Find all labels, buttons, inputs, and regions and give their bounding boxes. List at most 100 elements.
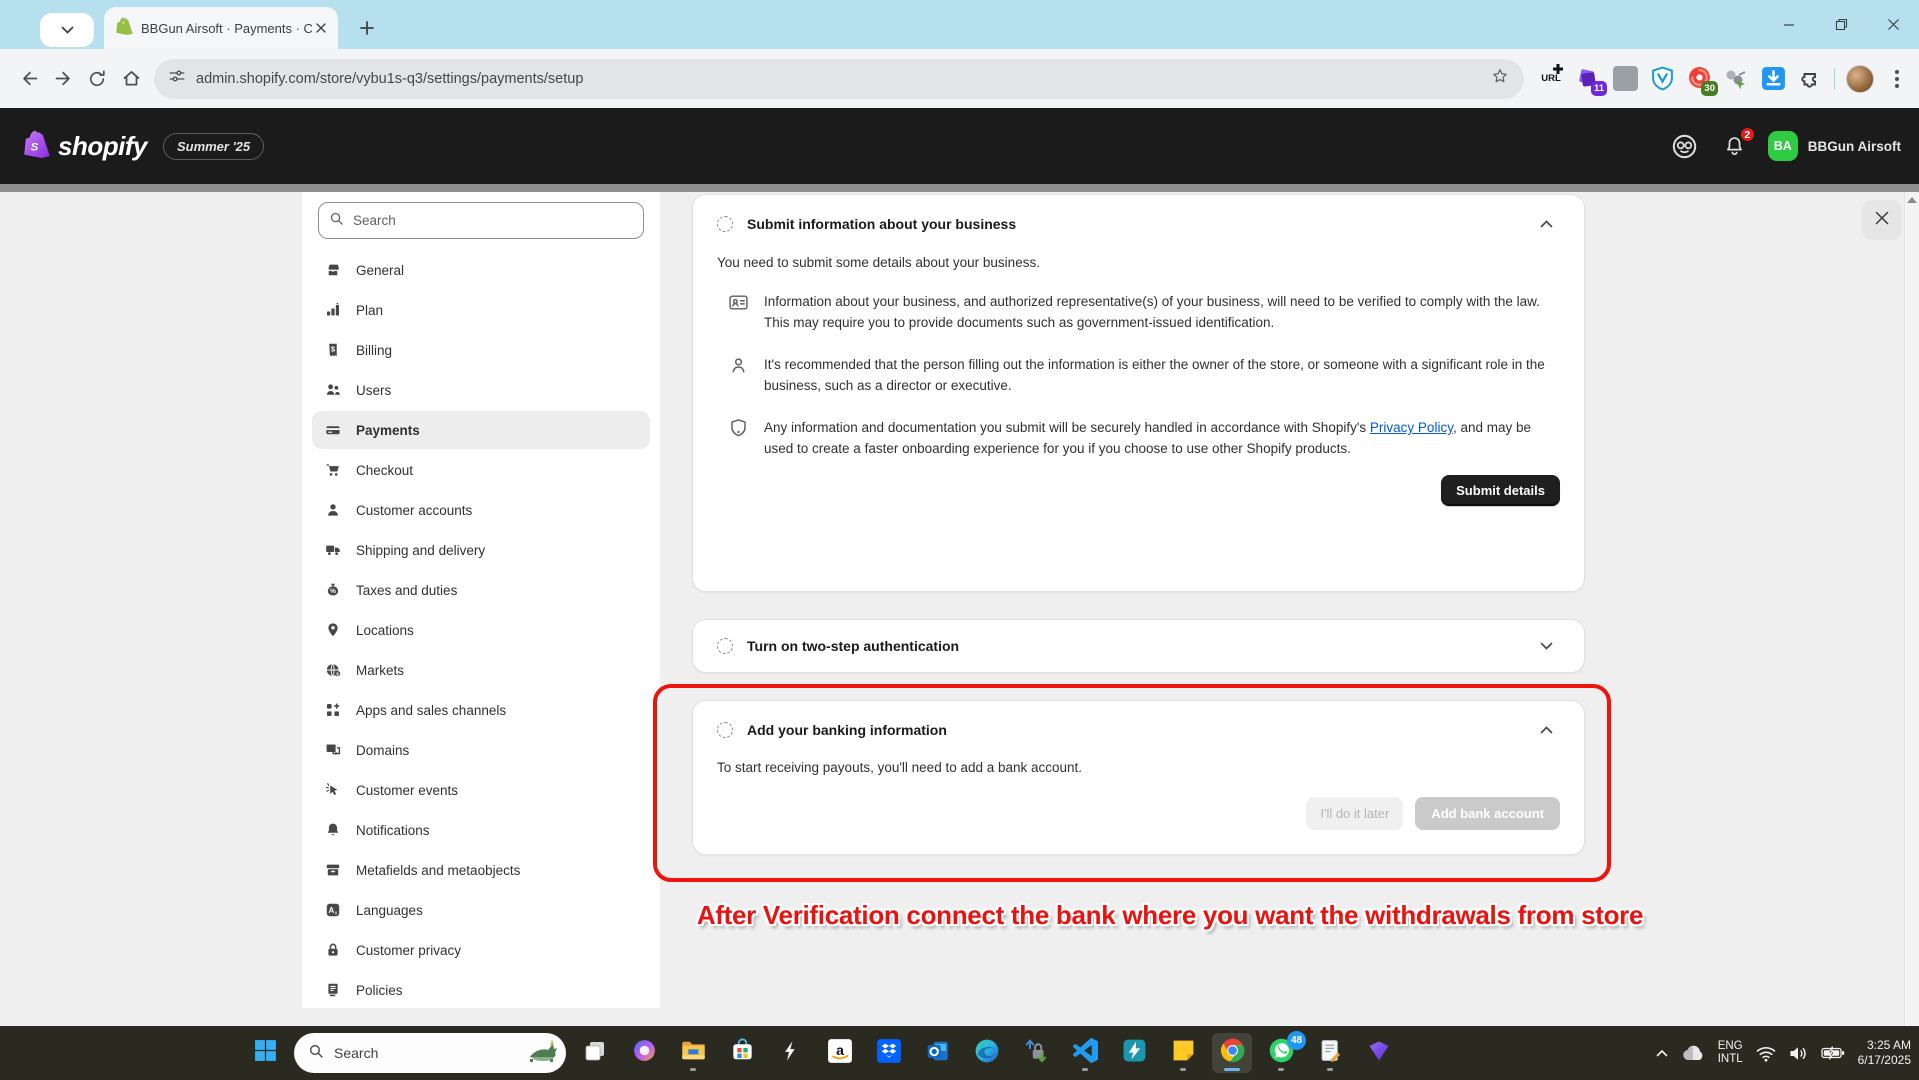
sidebar-item-billing[interactable]: $Billing — [312, 331, 650, 369]
close-window-button[interactable] — [1867, 0, 1919, 49]
sidebar-item-languages[interactable]: AxLanguages — [312, 891, 650, 929]
sidebar-item-policies[interactable]: Policies — [312, 971, 650, 1009]
reload-button[interactable] — [80, 62, 114, 96]
purple-stack-extension[interactable]: 11 — [1575, 66, 1601, 92]
edge-app[interactable] — [967, 1033, 1007, 1073]
sidebar-item-apps-and-sales-channels[interactable]: Apps and sales channels — [312, 691, 650, 729]
sidebar-item-notifications[interactable]: Notifications — [312, 811, 650, 849]
browser-profile-avatar[interactable] — [1846, 65, 1874, 93]
sticky-notes-app[interactable] — [1163, 1033, 1203, 1073]
start-button[interactable] — [245, 1033, 285, 1073]
browser-menu-icon[interactable] — [1885, 66, 1909, 92]
notes-app[interactable] — [1310, 1033, 1350, 1073]
task-view-button[interactable] — [575, 1033, 615, 1073]
wifi-icon[interactable] — [1756, 1045, 1776, 1062]
teal-bolt-app[interactable] — [1114, 1033, 1154, 1073]
sidebar-item-label: Users — [356, 383, 391, 398]
copilot-app[interactable] — [624, 1033, 664, 1073]
forward-button[interactable] — [46, 62, 80, 96]
lightning-app[interactable] — [771, 1033, 811, 1073]
sidebar-item-customer-events[interactable]: Customer events — [312, 771, 650, 809]
chevron-down-icon[interactable] — [1532, 632, 1560, 660]
page-scrollbar[interactable] — [1904, 192, 1919, 1026]
adblock-extension[interactable]: 30 — [1686, 66, 1712, 92]
sidebar-item-general[interactable]: General — [312, 251, 650, 289]
chevron-up-icon[interactable] — [1532, 210, 1560, 238]
clock[interactable]: 3:25 AM6/17/2025 — [1858, 1038, 1911, 1068]
violet-app[interactable] — [1359, 1033, 1399, 1073]
home-button[interactable] — [114, 62, 148, 96]
sidebar-item-users[interactable]: Users — [312, 371, 650, 409]
file-explorer-app[interactable] — [673, 1033, 713, 1073]
whatsapp-app[interactable]: 48 — [1261, 1033, 1301, 1073]
sidebar-item-plan[interactable]: Plan — [312, 291, 650, 329]
site-info-icon[interactable] — [168, 67, 186, 90]
assistant-face-icon[interactable] — [1668, 129, 1702, 163]
sidebar-item-shipping-and-delivery[interactable]: Shipping and delivery — [312, 531, 650, 569]
url-bar[interactable]: admin.shopify.com/store/vybu1s-q3/settin… — [154, 59, 1524, 99]
sidebar-item-customer-accounts[interactable]: Customer accounts — [312, 491, 650, 529]
sidebar-item-locations[interactable]: Locations — [312, 611, 650, 649]
new-tab-button[interactable] — [352, 13, 382, 43]
tab-close-icon[interactable] — [312, 19, 330, 37]
sidebar-item-label: Checkout — [356, 463, 413, 478]
sidebar-item-markets[interactable]: $Markets — [312, 651, 650, 689]
sidebar-item-label: General — [356, 263, 404, 278]
onedrive-icon[interactable] — [1681, 1045, 1705, 1061]
sidebar-search-input[interactable]: Search — [318, 202, 644, 239]
chevron-up-icon[interactable] — [1532, 716, 1560, 744]
tab-search-button[interactable] — [40, 13, 94, 47]
sidebar-item-checkout[interactable]: Checkout — [312, 451, 650, 489]
sidebar-item-metafields-and-metaobjects[interactable]: Metafields and metaobjects — [312, 851, 650, 889]
notifications-bell-button[interactable]: 2 — [1718, 129, 1752, 163]
taskbar-search[interactable]: Search — [294, 1033, 566, 1073]
outlook-app[interactable] — [918, 1033, 958, 1073]
dropbox-app[interactable] — [869, 1033, 909, 1073]
customer-events-icon — [325, 782, 341, 798]
volume-icon[interactable] — [1789, 1045, 1808, 1062]
minimize-button[interactable] — [1763, 0, 1815, 49]
add-bank-account-button[interactable]: Add bank account — [1415, 797, 1560, 830]
puzzle-extensions-icon[interactable] — [1797, 66, 1823, 92]
code-extension[interactable] — [1612, 66, 1638, 92]
svg-text:%: % — [330, 588, 336, 595]
start-icon — [253, 1038, 278, 1068]
shopify-favicon — [116, 17, 133, 40]
url-text[interactable]: admin.shopify.com/store/vybu1s-q3/settin… — [196, 71, 1490, 87]
browser-tab[interactable]: BBGun Airsoft · Payments · Com — [104, 7, 338, 49]
do-it-later-button[interactable]: I'll do it later — [1306, 797, 1403, 830]
copilot-icon — [632, 1038, 657, 1068]
microsoft-store-app[interactable] — [722, 1033, 762, 1073]
vscode-app[interactable] — [1065, 1033, 1105, 1073]
shipping-icon — [325, 542, 341, 558]
business-info-card: Submit information about your business Y… — [692, 194, 1585, 592]
sidebar-item-customer-privacy[interactable]: Customer privacy — [312, 931, 650, 969]
scroll-up-arrow-icon[interactable] — [1907, 197, 1917, 203]
language-indicator[interactable]: ENGINTL — [1718, 1040, 1743, 1066]
bookmark-star-icon[interactable] — [1490, 66, 1510, 91]
apps-icon — [325, 702, 341, 718]
store-account-chip[interactable]: BA BBGun Airsoft — [1768, 131, 1901, 161]
submit-details-button[interactable]: Submit details — [1441, 475, 1560, 506]
sidebar-item-payments[interactable]: Payments — [312, 411, 650, 449]
sidebar-item-domains[interactable]: Domains — [312, 731, 650, 769]
restore-button[interactable] — [1815, 0, 1867, 49]
chrome-icon — [1219, 1037, 1246, 1069]
tray-chevron-up-icon[interactable] — [1656, 1049, 1668, 1057]
close-settings-button[interactable] — [1862, 200, 1902, 240]
shopify-logo[interactable]: S shopify Summer '25 — [24, 130, 264, 163]
download-extension[interactable] — [1760, 66, 1786, 92]
battery-charging-icon[interactable] — [1821, 1045, 1845, 1061]
privacy-policy-link[interactable]: Privacy Policy — [1370, 420, 1453, 435]
window-controls — [1763, 0, 1919, 49]
store-avatar: BA — [1768, 131, 1798, 161]
sidebar-item-taxes-and-duties[interactable]: %Taxes and duties — [312, 571, 650, 609]
url-plus-extension[interactable]: URL — [1538, 66, 1564, 92]
link-share-extension[interactable] — [1723, 66, 1749, 92]
back-button[interactable] — [12, 62, 46, 96]
svg-text:A: A — [329, 906, 335, 915]
amazon-app[interactable]: a — [820, 1033, 860, 1073]
zenmate-shield-extension[interactable] — [1649, 66, 1675, 92]
vpn-lock-app[interactable] — [1016, 1033, 1056, 1073]
chrome-app[interactable] — [1212, 1033, 1252, 1073]
